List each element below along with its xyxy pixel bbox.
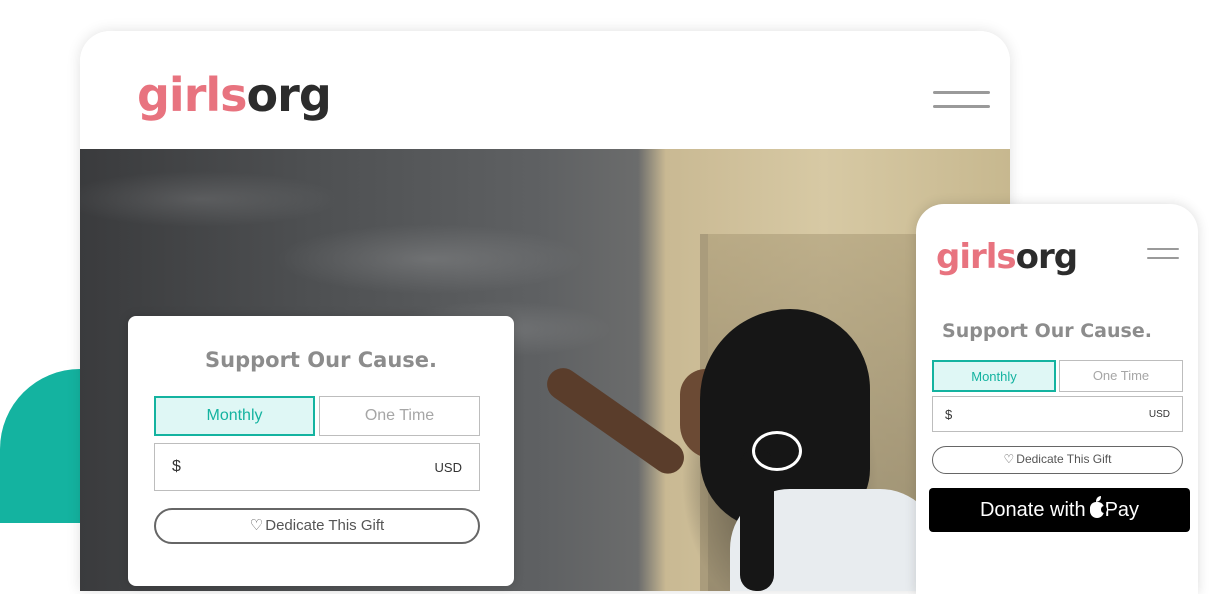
mobile-phone-frame: girlsorg Support Our Cause. Monthly One … (916, 204, 1198, 594)
hamburger-menu-icon[interactable] (933, 91, 990, 108)
logo-text-girls: girls (137, 68, 248, 122)
hair-ribbon (752, 431, 802, 471)
currency-symbol: $ (172, 458, 181, 475)
apple-pay-suffix: Pay (1104, 499, 1140, 521)
tab-one-time[interactable]: One Time (319, 396, 480, 436)
logo-text-org: org (1015, 237, 1078, 277)
dedicate-gift-button[interactable]: ♡ Dedicate This Gift (932, 446, 1183, 474)
currency-symbol: $ (945, 407, 953, 422)
apple-pay-button[interactable]: Donate with Pay (929, 488, 1190, 532)
donation-title: Support Our Cause. (205, 348, 437, 372)
amount-input[interactable]: $ USD (932, 396, 1183, 432)
logo-text-org: org (246, 68, 332, 122)
heart-icon: ♡ (249, 517, 264, 534)
logo[interactable]: girlsorg (936, 234, 1078, 280)
apple-pay-prefix: Donate with (979, 499, 1086, 521)
donation-title: Support Our Cause. (942, 320, 1152, 342)
tab-one-time[interactable]: One Time (1059, 360, 1183, 392)
dedicate-gift-button[interactable]: ♡ Dedicate This Gift (154, 508, 480, 544)
logo[interactable]: girlsorg (137, 67, 332, 123)
currency-code: USD (1148, 409, 1170, 420)
tab-monthly[interactable]: Monthly (154, 396, 315, 436)
apple-icon (1089, 496, 1107, 518)
dedicate-label: Dedicate This Gift (265, 517, 385, 534)
site-header: girlsorg (80, 31, 1010, 149)
student-braid (740, 449, 774, 591)
logo-text-girls: girls (936, 237, 1017, 277)
tab-monthly[interactable]: Monthly (932, 360, 1056, 392)
hamburger-menu-icon[interactable] (1147, 248, 1179, 259)
dedicate-label: Dedicate This Gift (1016, 452, 1112, 466)
donation-form-desktop: Support Our Cause. Monthly One Time $ US… (128, 316, 514, 586)
currency-code: USD (434, 460, 462, 475)
amount-input[interactable]: $ USD (154, 443, 480, 491)
heart-icon: ♡ (1003, 452, 1015, 466)
